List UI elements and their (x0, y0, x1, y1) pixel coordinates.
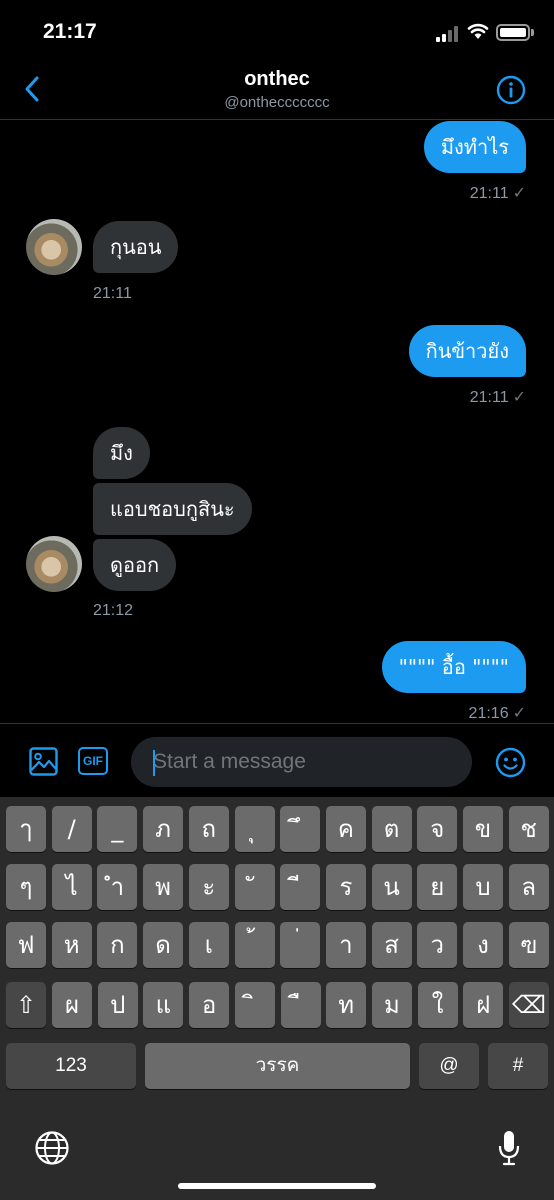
key-1-2[interactable]: ำ (97, 864, 138, 910)
key-3-5[interactable]: ื (280, 982, 321, 1028)
key-2-8[interactable]: ส (371, 922, 412, 968)
key-2-2[interactable]: ก (97, 922, 138, 968)
key-3-7[interactable]: ม (371, 982, 412, 1028)
key-2-7[interactable]: า (325, 922, 366, 968)
contact-handle: @ontheccccccc (224, 94, 330, 111)
received-message[interactable]: กุนอน (93, 221, 179, 273)
sent-check-icon: ✓ (512, 185, 526, 202)
key-0-10[interactable]: ข (463, 806, 503, 852)
sent-check-icon: ✓ (512, 389, 526, 406)
key-3-3[interactable]: อ (189, 982, 230, 1028)
key-2-6[interactable]: ่ (280, 922, 321, 968)
key-0-6[interactable]: ึ (280, 806, 321, 852)
key-0-0[interactable]: ๅ (6, 806, 46, 852)
key-0-11[interactable]: ช (508, 806, 549, 852)
message-composer: GIF (0, 723, 554, 797)
key-2-0[interactable]: ฟ (6, 922, 46, 968)
key-2-11[interactable]: ฃ (508, 922, 549, 968)
conversation-header: onthec @ontheccccccc (0, 62, 554, 120)
key-0-9[interactable]: จ (417, 806, 458, 852)
key-3-8[interactable]: ใ (417, 982, 458, 1028)
key-1-6[interactable]: ี (280, 864, 321, 910)
received-message[interactable]: ดูออก (93, 539, 177, 591)
numbers-key[interactable]: 123 (6, 1043, 136, 1089)
key-1-1[interactable]: ไ (51, 864, 92, 910)
message-timestamp: 21:11 (93, 285, 132, 302)
message-input[interactable] (131, 737, 472, 787)
message-timestamp: 21:11 ✓ (469, 389, 526, 406)
avatar[interactable] (26, 219, 82, 275)
text-caret (153, 750, 155, 776)
key-2-4[interactable]: เ (188, 922, 229, 968)
battery-icon (496, 24, 530, 41)
message-list[interactable]: มึงทำไร 21:11 ✓ กุนอน 21:11 กินข้าวยัง 21… (0, 121, 554, 723)
microphone-icon[interactable] (498, 1130, 520, 1166)
key-3-6[interactable]: ท (326, 982, 367, 1028)
key-1-8[interactable]: น (371, 864, 412, 910)
key-2-1[interactable]: ห (51, 922, 92, 968)
home-indicator (178, 1183, 376, 1189)
status-bar: 21:17 (0, 0, 554, 62)
hash-key[interactable]: # (488, 1043, 548, 1089)
sent-message[interactable]: """" อื้อ """" (381, 641, 526, 693)
message-timestamp: 21:16 ✓ (468, 705, 526, 722)
key-1-10[interactable]: บ (463, 864, 503, 910)
key-3-4[interactable]: ิ (234, 982, 275, 1028)
key-2-10[interactable]: ง (463, 922, 503, 968)
key-2-5[interactable]: ้ (234, 922, 275, 968)
sent-message[interactable]: มึงทำไร (423, 121, 526, 173)
image-icon[interactable] (29, 747, 58, 776)
key-1-7[interactable]: ร (325, 864, 366, 910)
avatar[interactable] (26, 536, 82, 592)
key-3-9[interactable]: ฝ (463, 982, 504, 1028)
space-key[interactable]: วรรค (145, 1043, 410, 1089)
key-1-5[interactable]: ั (234, 864, 275, 910)
delete-key[interactable]: ⌫ (509, 982, 549, 1028)
cellular-signal-icon (436, 26, 460, 42)
gif-icon[interactable]: GIF (78, 747, 108, 775)
received-message[interactable]: แอบชอบกูสินะ (93, 483, 252, 535)
key-0-5[interactable]: ุ (234, 806, 275, 852)
wifi-icon (467, 23, 489, 39)
sent-message[interactable]: กินข้าวยัง (408, 325, 526, 377)
key-3-2[interactable]: แ (143, 982, 184, 1028)
sent-check-icon: ✓ (512, 705, 526, 722)
key-2-9[interactable]: ว (417, 922, 458, 968)
key-1-9[interactable]: ย (417, 864, 458, 910)
message-timestamp: 21:11 ✓ (469, 185, 526, 202)
key-0-4[interactable]: ถ (188, 806, 229, 852)
key-1-4[interactable]: ะ (188, 864, 229, 910)
contact-name[interactable]: onthec (0, 68, 554, 91)
key-3-0[interactable]: ผ (52, 982, 92, 1028)
message-timestamp: 21:12 (93, 602, 134, 619)
globe-icon[interactable] (34, 1130, 70, 1166)
key-0-8[interactable]: ต (371, 806, 412, 852)
key-0-3[interactable]: ภ (143, 806, 184, 852)
key-0-7[interactable]: ค (325, 806, 366, 852)
key-2-3[interactable]: ด (143, 922, 184, 968)
key-1-0[interactable]: ๆ (6, 864, 46, 910)
key-0-2[interactable]: _ (97, 806, 138, 852)
shift-key[interactable]: ⇧ (6, 982, 46, 1028)
emoji-icon[interactable] (495, 747, 526, 778)
key-1-3[interactable]: พ (143, 864, 184, 910)
key-0-1[interactable]: / (51, 806, 92, 852)
at-key[interactable]: @ (419, 1043, 479, 1089)
key-1-11[interactable]: ล (508, 864, 549, 910)
received-message[interactable]: มึง (93, 427, 150, 479)
info-icon[interactable] (496, 75, 526, 105)
key-3-1[interactable]: ป (97, 982, 138, 1028)
status-time: 21:17 (43, 20, 97, 43)
